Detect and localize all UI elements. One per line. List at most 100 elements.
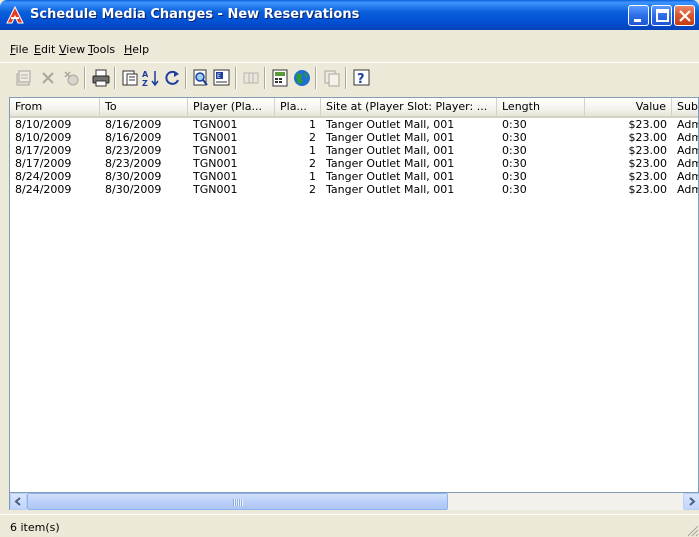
print-preview-icon[interactable] xyxy=(120,68,140,88)
table-row[interactable]: 8/10/2009 8/16/2009 TGN001 2 Tanger Outl… xyxy=(10,131,698,144)
cell-player: TGN001 xyxy=(193,118,238,131)
minimize-icon xyxy=(634,19,641,22)
column-header-length[interactable]: Length xyxy=(497,98,585,116)
cell-from: 8/10/2009 xyxy=(15,131,72,144)
toolbar-separator xyxy=(235,67,237,89)
toolbar-separator xyxy=(264,67,266,89)
cell-length: 0:30 xyxy=(502,144,527,157)
status-bar: 6 item(s) xyxy=(0,514,699,537)
cell-subscriber: Adm xyxy=(677,170,698,183)
cell-from: 8/17/2009 xyxy=(15,144,72,157)
resize-grip-icon[interactable] xyxy=(685,523,699,537)
calculator-icon[interactable] xyxy=(270,68,290,88)
column-header-subscriber[interactable]: Subs xyxy=(672,98,698,116)
close-button[interactable] xyxy=(674,5,695,26)
maximize-button[interactable] xyxy=(651,5,672,26)
close-icon xyxy=(679,10,691,22)
cell-to: 8/16/2009 xyxy=(105,131,162,144)
title-bar[interactable]: Schedule Media Changes - New Reservation… xyxy=(0,0,699,30)
menu-edit[interactable]: Edit xyxy=(34,43,55,56)
scroll-right-button[interactable] xyxy=(683,493,699,510)
toolbar-separator xyxy=(345,67,347,89)
grip-icon xyxy=(233,499,243,506)
columns-icon[interactable] xyxy=(241,68,261,88)
column-header-player[interactable]: Player (Pla... xyxy=(188,98,275,116)
cell-to: 8/16/2009 xyxy=(105,118,162,131)
window: Schedule Media Changes - New Reservation… xyxy=(0,0,699,537)
toolbar: AZ E ? xyxy=(0,62,699,94)
column-header-from[interactable]: From xyxy=(10,98,100,116)
cell-subscriber: Adm xyxy=(677,157,698,170)
scroll-left-button[interactable] xyxy=(10,493,27,510)
copy-icon[interactable] xyxy=(322,68,342,88)
toolbar-separator xyxy=(315,67,317,89)
table-row[interactable]: 8/17/2009 8/23/2009 TGN001 1 Tanger Outl… xyxy=(10,144,698,157)
reservations-list[interactable]: From To Player (Pla... Pla... Site at (P… xyxy=(9,97,699,493)
item-count: 6 item(s) xyxy=(10,521,60,534)
svg-text:?: ? xyxy=(357,72,365,87)
cell-length: 0:30 xyxy=(502,118,527,131)
cell-length: 0:30 xyxy=(502,183,527,196)
list-header: From To Player (Pla... Pla... Site at (P… xyxy=(10,98,698,118)
minimize-button[interactable] xyxy=(628,5,649,26)
scroll-thumb[interactable] xyxy=(27,493,448,510)
cell-player-slot: 2 xyxy=(309,157,316,170)
column-header-site[interactable]: Site at (Player Slot: Player: ... xyxy=(321,98,497,116)
cell-site: Tanger Outlet Mall, 001 xyxy=(326,144,455,157)
cell-value: $23.00 xyxy=(628,118,668,131)
horizontal-scrollbar[interactable] xyxy=(9,493,699,510)
cell-length: 0:30 xyxy=(502,131,527,144)
cell-site: Tanger Outlet Mall, 001 xyxy=(326,170,455,183)
table-row[interactable]: 8/17/2009 8/23/2009 TGN001 2 Tanger Outl… xyxy=(10,157,698,170)
list-rows: 8/10/2009 8/16/2009 TGN001 1 Tanger Outl… xyxy=(10,118,698,196)
globe-icon[interactable] xyxy=(292,68,312,88)
cell-player-slot: 1 xyxy=(309,118,316,131)
menu-file[interactable]: File xyxy=(10,43,28,56)
cell-from: 8/17/2009 xyxy=(15,157,72,170)
properties-icon[interactable] xyxy=(14,68,34,88)
cell-player-slot: 2 xyxy=(309,131,316,144)
cell-site: Tanger Outlet Mall, 001 xyxy=(326,157,455,170)
cell-player: TGN001 xyxy=(193,157,238,170)
cell-player: TGN001 xyxy=(193,131,238,144)
menu-help[interactable]: Help xyxy=(124,43,149,56)
toolbar-separator xyxy=(185,67,187,89)
cell-subscriber: Adm xyxy=(677,118,698,131)
cell-value: $23.00 xyxy=(628,131,668,144)
export-icon[interactable]: E xyxy=(212,68,232,88)
cell-from: 8/10/2009 xyxy=(15,118,72,131)
cell-length: 0:30 xyxy=(502,170,527,183)
menu-tools[interactable]: Tools xyxy=(88,43,115,56)
toolbar-separator xyxy=(114,67,116,89)
cell-from: 8/24/2009 xyxy=(15,183,72,196)
menu-view[interactable]: View xyxy=(59,43,85,56)
column-header-player-slot[interactable]: Pla... xyxy=(275,98,321,116)
cell-to: 8/23/2009 xyxy=(105,157,162,170)
refresh-icon[interactable] xyxy=(162,68,182,88)
find-icon[interactable] xyxy=(191,68,211,88)
maximize-icon xyxy=(656,9,669,22)
column-header-value[interactable]: Value xyxy=(585,98,672,116)
cell-player: TGN001 xyxy=(193,183,238,196)
cell-player-slot: 1 xyxy=(309,170,316,183)
help-icon[interactable]: ? xyxy=(352,68,372,88)
table-row[interactable]: 8/24/2009 8/30/2009 TGN001 2 Tanger Outl… xyxy=(10,183,698,196)
table-row[interactable]: 8/24/2009 8/30/2009 TGN001 1 Tanger Outl… xyxy=(10,170,698,183)
new-icon[interactable] xyxy=(61,68,81,88)
table-row[interactable]: 8/10/2009 8/16/2009 TGN001 1 Tanger Outl… xyxy=(10,118,698,131)
chevron-left-icon xyxy=(14,497,21,506)
cell-subscriber: Adm xyxy=(677,183,698,196)
cell-subscriber: Adm xyxy=(677,131,698,144)
cell-player: TGN001 xyxy=(193,170,238,183)
cell-value: $23.00 xyxy=(628,183,668,196)
delete-icon[interactable] xyxy=(38,68,58,88)
cell-value: $23.00 xyxy=(628,144,668,157)
chevron-right-icon xyxy=(689,497,696,506)
column-header-to[interactable]: To xyxy=(100,98,188,116)
svg-text:Z: Z xyxy=(142,79,148,88)
cell-player: TGN001 xyxy=(193,144,238,157)
cell-value: $23.00 xyxy=(628,170,668,183)
cell-site: Tanger Outlet Mall, 001 xyxy=(326,118,455,131)
sort-icon[interactable]: AZ xyxy=(141,68,161,88)
print-icon[interactable] xyxy=(91,68,111,88)
